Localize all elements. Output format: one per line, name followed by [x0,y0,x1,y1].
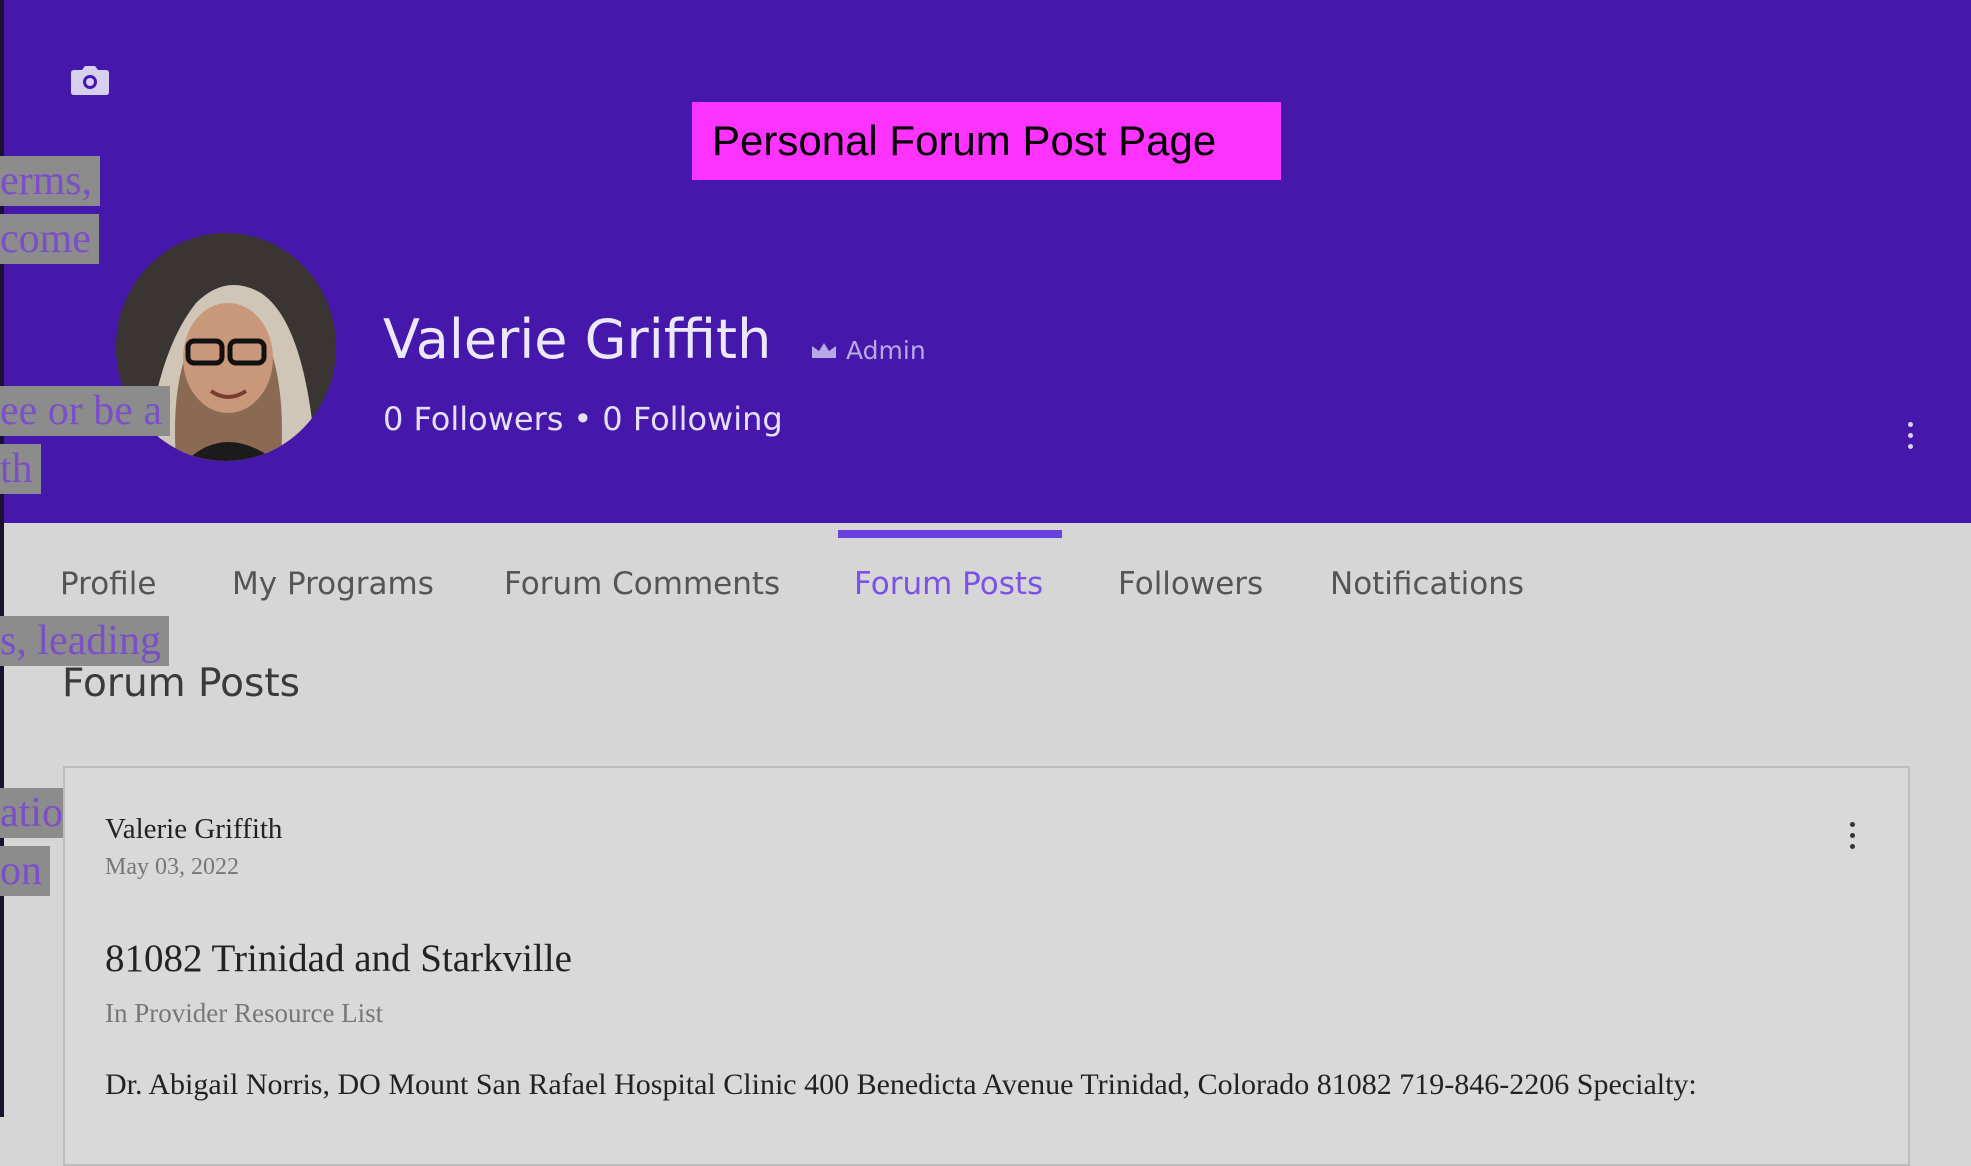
tab-profile[interactable]: Profile [60,566,156,602]
tab-forum-posts[interactable]: Forum Posts [854,566,1043,602]
tab-my-programs[interactable]: My Programs [232,566,434,602]
tab-followers[interactable]: Followers [1118,566,1263,602]
post-category: In Provider Resource List [105,998,384,1028]
forum-post-card: Valerie Griffith May 03, 2022 81082 Trin… [63,766,1910,1166]
profile-header: Valerie Griffith Admin 0 Followers • 0 Fol… [4,0,1971,523]
followers-count[interactable]: 0 Followers [383,400,563,438]
post-date: May 03, 2022 [105,854,239,880]
section-title: Forum Posts [62,661,300,706]
profile-name: Valerie Griffith [383,308,772,371]
more-vertical-icon[interactable] [1839,818,1865,858]
snippet-text: erms, [0,156,101,206]
page-annotation-label: Personal Forum Post Page [692,102,1281,180]
post-body: Dr. Abigail Norris, DO Mount San Rafael … [105,1068,1697,1101]
tab-notifications[interactable]: Notifications [1330,566,1524,602]
active-tab-indicator [838,530,1062,538]
post-title[interactable]: 81082 Trinidad and Starkville [105,936,572,981]
snippet-text: on [0,846,50,896]
tab-forum-comments[interactable]: Forum Comments [504,566,780,602]
snippet-text: ee or be a [0,386,171,436]
snippet-text: th [0,444,41,494]
camera-icon[interactable] [70,64,110,96]
admin-badge-label: Admin [846,335,926,365]
admin-badge: Admin [810,334,926,366]
following-count[interactable]: 0 Following [602,400,782,438]
snippet-text: s, leading [0,616,169,666]
post-author[interactable]: Valerie Griffith [105,813,282,846]
separator: • [573,400,593,438]
snippet-text: come [0,214,99,264]
follow-stats: 0 Followers • 0 Following [383,400,783,438]
more-vertical-icon[interactable] [1897,418,1923,458]
crown-icon [812,343,836,358]
